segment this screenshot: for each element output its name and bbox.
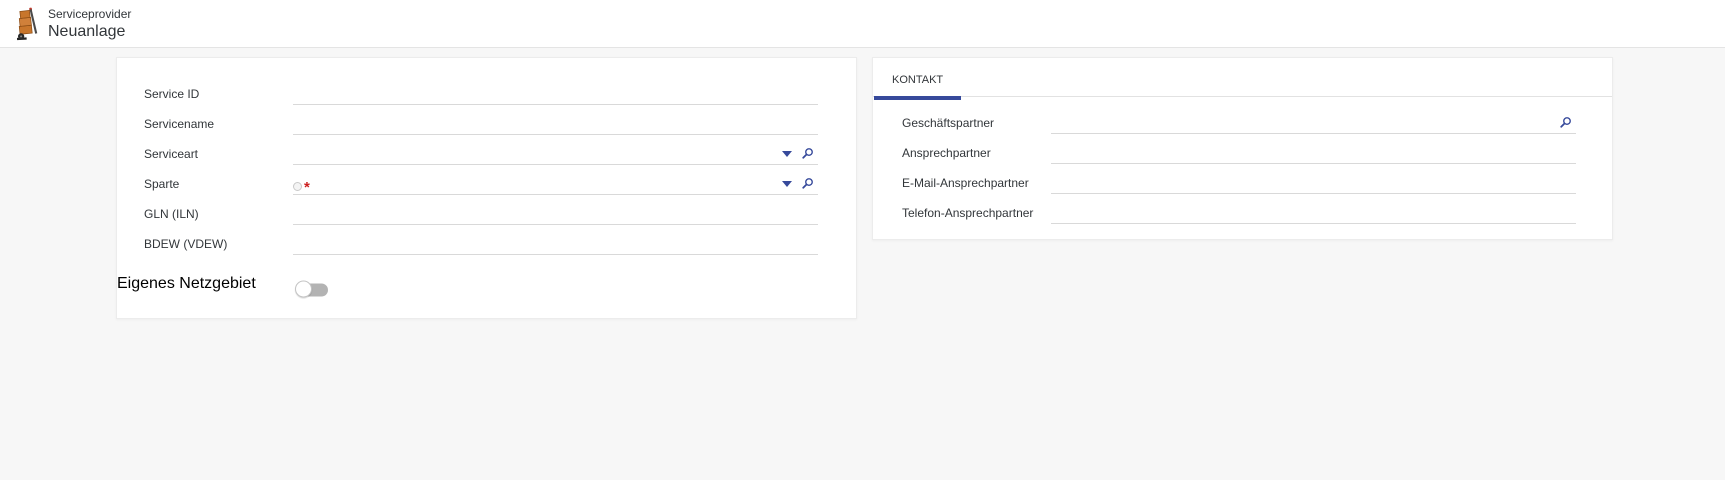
serviceart-label: Serviceart xyxy=(144,147,198,161)
serviceart-combobox[interactable] xyxy=(293,139,818,165)
search-icon[interactable] xyxy=(1559,116,1572,129)
ansprechpartner-label: Ansprechpartner xyxy=(902,146,991,160)
geschaeftspartner-label: Geschäftspartner xyxy=(902,116,994,130)
gln-label: GLN (ILN) xyxy=(144,207,199,221)
sparte-label: Sparte xyxy=(144,177,179,191)
field-row-bdew: BDEW (VDEW) xyxy=(117,229,856,259)
email-ansprechpartner-label: E-Mail-Ansprechpartner xyxy=(902,176,1029,190)
servicename-label: Servicename xyxy=(144,117,214,131)
kontakt-tabstrip: KONTAKT xyxy=(873,58,1612,97)
required-asterisk: * xyxy=(304,183,310,193)
app-title: Serviceprovider xyxy=(48,8,131,20)
email-ansprechpartner-input[interactable] xyxy=(1051,174,1576,190)
field-row-gln: GLN (ILN) xyxy=(117,199,856,229)
chevron-down-icon[interactable] xyxy=(782,181,792,187)
gln-input[interactable] xyxy=(293,205,818,221)
serviceart-input[interactable] xyxy=(293,145,782,161)
field-row-serviceart: Serviceart xyxy=(117,139,856,169)
field-row-telefon-ansprechpartner: Telefon-Ansprechpartner xyxy=(873,198,1612,228)
circle-indicator-icon xyxy=(293,182,302,191)
field-row-servicename: Servicename xyxy=(117,109,856,139)
field-row-service-id: Service ID xyxy=(117,79,856,109)
telefon-ansprechpartner-input[interactable] xyxy=(1051,204,1576,220)
hand-truck-icon xyxy=(12,7,40,41)
field-row-geschaeftspartner: Geschäftspartner xyxy=(873,108,1612,138)
tab-kontakt-label: KONTAKT xyxy=(892,74,943,86)
bdew-label: BDEW (VDEW) xyxy=(144,237,227,251)
eigenes-netzgebiet-toggle[interactable] xyxy=(298,284,328,297)
field-row-sparte: Sparte * xyxy=(117,169,856,199)
field-row-ansprechpartner: Ansprechpartner xyxy=(873,138,1612,168)
general-form-card: Service ID Servicename Serviceart xyxy=(116,57,857,319)
search-icon[interactable] xyxy=(801,147,814,160)
field-row-email-ansprechpartner: E-Mail-Ansprechpartner xyxy=(873,168,1612,198)
page-header: Serviceprovider Neuanlage xyxy=(0,0,1725,48)
servicename-input[interactable] xyxy=(293,115,818,131)
service-id-input[interactable] xyxy=(293,85,818,101)
field-row-eigenes-netzgebiet: Eigenes Netzgebiet xyxy=(117,275,856,305)
telefon-ansprechpartner-label: Telefon-Ansprechpartner xyxy=(902,206,1033,220)
search-icon[interactable] xyxy=(801,177,814,190)
bdew-input[interactable] xyxy=(293,235,818,251)
ansprechpartner-input[interactable] xyxy=(1051,144,1576,160)
kontakt-card: KONTAKT Geschäftspartner Ansprechpartner xyxy=(872,57,1613,240)
service-id-label: Service ID xyxy=(144,87,199,101)
tab-kontakt[interactable]: KONTAKT xyxy=(874,58,961,99)
page-title: Neuanlage xyxy=(48,24,131,40)
sparte-combobox[interactable]: * xyxy=(293,169,818,195)
eigenes-netzgebiet-label: Eigenes Netzgebiet xyxy=(117,275,256,292)
sparte-input[interactable] xyxy=(310,175,782,191)
toggle-knob xyxy=(295,281,312,298)
geschaeftspartner-input[interactable] xyxy=(1051,114,1559,130)
chevron-down-icon[interactable] xyxy=(782,151,792,157)
